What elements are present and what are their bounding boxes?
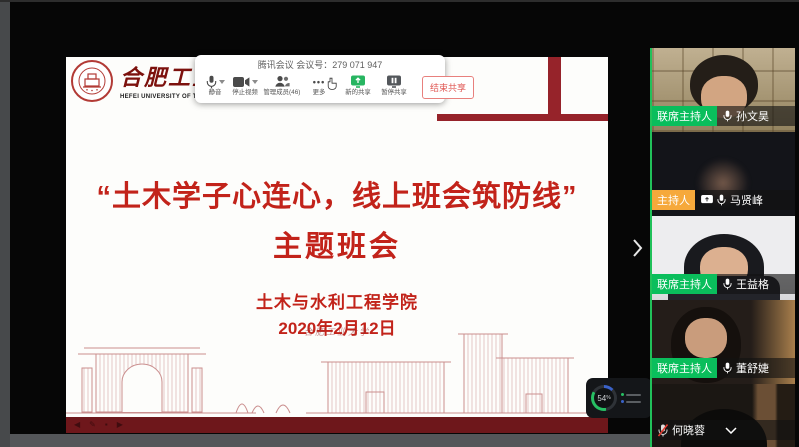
camera-icon (233, 76, 250, 88)
hand-cursor-icon (327, 77, 337, 90)
stats-widget: 54% (586, 378, 652, 418)
slide-accent-bar-vertical (548, 57, 561, 121)
participant-name: 王益格 (736, 276, 769, 292)
mic-dropdown-caret-icon[interactable] (219, 80, 225, 84)
participant-name: 孙文昊 (736, 108, 769, 124)
stop-video-button[interactable]: 停止视频 (230, 74, 260, 100)
manage-members-button[interactable]: 管理成员(46) (260, 74, 304, 100)
desktop-frame-bottom (0, 434, 650, 447)
new-share-button[interactable]: 新的共享 (340, 74, 376, 100)
participant-tile[interactable]: 何晓蓉 (652, 384, 795, 447)
pause-share-label: 暂停共享 (381, 89, 407, 96)
toolbar-buttons-row: 静音 停止视频 管理成员(46) ••• 更多 (195, 71, 445, 103)
participant-video-strip: 联席主持人 孙文昊 主持人 马贤峰 (650, 48, 795, 447)
more-dots-icon: ••• (313, 77, 325, 87)
slideshow-pen-icon[interactable]: ✎ (89, 421, 96, 429)
participant-tile[interactable]: 联席主持人 孙文昊 (652, 48, 795, 132)
new-share-label: 新的共享 (345, 89, 371, 96)
campus-sketch-art (66, 332, 608, 418)
participant-name-bar: 主持人 马贤峰 (652, 190, 795, 210)
participant-name: 董舒婕 (736, 360, 769, 376)
participant-tile[interactable]: 联席主持人 董舒婕 (652, 300, 795, 384)
slideshow-next-icon[interactable]: ▶ (117, 421, 123, 429)
microphone-icon (206, 75, 217, 89)
mute-label: 静音 (209, 89, 222, 96)
meeting-id-title: 腾讯会议 会议号：279 071 947 (195, 58, 445, 71)
network-stat-line (621, 393, 641, 396)
role-badge: 联席主持人 (652, 106, 717, 126)
desktop-frame-left (0, 0, 10, 447)
slide-bottom-band: ◀ ✎ ▪ ▶ (66, 417, 608, 433)
end-share-button[interactable]: 结束共享 (422, 76, 474, 99)
slide-title-line2: 主题班会 (66, 223, 608, 265)
university-emblem-icon (71, 60, 113, 102)
mic-on-icon (723, 110, 732, 122)
pause-share-button[interactable]: 暂停共享 (376, 74, 412, 100)
participant-tile[interactable]: 联席主持人 王益格 (652, 216, 795, 300)
participant-name-bar: 何晓蓉 (652, 420, 795, 440)
shared-slide: 合肥工业大学 HEFEI UNIVERSITY OF TECHNOLOGY “土… (66, 57, 608, 433)
stats-ring: 54% (591, 385, 617, 411)
slide-title-line1: “土木学子心连心，线上班会筑防线” (66, 173, 608, 215)
members-icon (274, 75, 290, 88)
role-badge: 联席主持人 (652, 274, 717, 294)
participant-name: 马贤峰 (730, 192, 763, 208)
mic-on-icon (723, 362, 732, 374)
participant-name-bar: 联席主持人 孙文昊 (652, 106, 795, 126)
more-label: 更多 (313, 89, 326, 96)
more-button[interactable]: ••• 更多 (304, 74, 334, 100)
pause-share-icon (386, 75, 402, 89)
stats-unit: % (606, 395, 610, 401)
participant-tile[interactable]: 主持人 马贤峰 (652, 132, 795, 216)
expand-panel-chevron-icon[interactable] (632, 238, 643, 263)
participant-name-bar: 联席主持人 董舒婕 (652, 358, 795, 378)
mic-on-icon (723, 278, 732, 290)
person-silhouette (685, 318, 727, 358)
slideshow-menu-icon[interactable]: ▪ (105, 421, 108, 429)
mic-muted-icon (658, 424, 668, 437)
participant-name-bar: 联席主持人 王益格 (652, 274, 795, 294)
mute-button[interactable]: 静音 (200, 74, 230, 100)
slideshow-prev-icon[interactable]: ◀ (74, 421, 80, 429)
stop-video-label: 停止视频 (232, 89, 258, 96)
screen: 合肥工业大学 HEFEI UNIVERSITY OF TECHNOLOGY “土… (0, 0, 799, 447)
meeting-toolbar: 腾讯会议 会议号：279 071 947 静音 停止视频 (195, 55, 445, 103)
desktop-frame-top (0, 0, 799, 2)
stats-value: 54 (597, 394, 606, 403)
network-stat-line (621, 400, 641, 403)
new-share-icon (350, 75, 366, 89)
manage-members-label: 管理成员(46) (264, 89, 301, 96)
screen-sharing-icon (701, 195, 713, 205)
role-badge: 联席主持人 (652, 358, 717, 378)
participant-name: 何晓蓉 (672, 422, 705, 438)
collapse-strip-chevron-icon[interactable] (725, 427, 737, 434)
camera-dropdown-caret-icon[interactable] (252, 80, 258, 84)
mic-on-icon (717, 194, 726, 206)
slide-accent-bar-horizontal (437, 114, 608, 121)
slide-department: 土木与水利工程学院 (66, 288, 608, 313)
role-badge: 主持人 (652, 190, 695, 210)
